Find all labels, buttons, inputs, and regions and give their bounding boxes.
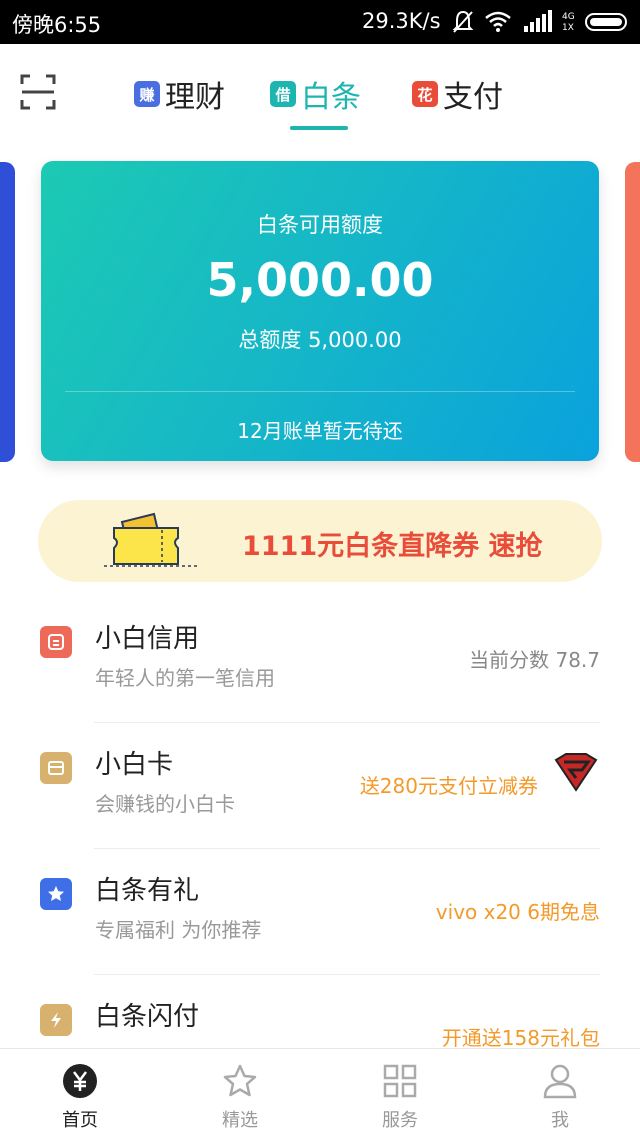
- list-item-title: 白条有礼: [95, 876, 200, 906]
- bill-status[interactable]: 12月账单暂无待还: [41, 415, 599, 444]
- list-divider: [94, 974, 600, 975]
- list-item-subtitle: 会赚钱的小白卡: [95, 792, 235, 816]
- total-credit: 总额度 5,000.00: [238, 328, 402, 352]
- tab-label: 支付: [443, 80, 503, 115]
- baitiao-credit-card[interactable]: 白条可用额度 5,000.00 总额度 5,000.00 12月账单暂无待还: [41, 161, 599, 461]
- active-tab-indicator: [290, 126, 348, 130]
- nav-home[interactable]: 首页: [0, 1049, 160, 1138]
- list-item-subtitle: 年轻人的第一笔信用: [95, 666, 275, 690]
- star-outline-icon: [223, 1064, 257, 1097]
- list-item-subtitle: 专属福利 为你推荐: [95, 918, 262, 942]
- status-time: 傍晚6:55: [12, 13, 102, 37]
- star-icon: [40, 878, 72, 910]
- home-yen-icon: [63, 1064, 97, 1098]
- bottom-nav: 首页 精选 服务 我: [0, 1048, 640, 1138]
- tab-badge: 借: [270, 81, 296, 107]
- svg-text:4G: 4G: [562, 12, 575, 22]
- battery-icon: [585, 13, 627, 31]
- signal-icon: 4G 1X: [524, 10, 575, 33]
- credit-score: 当前分数 78.7: [469, 648, 600, 672]
- nav-label: 我: [551, 1110, 569, 1131]
- tab-label: 白条: [301, 80, 361, 115]
- wifi-icon: [485, 11, 511, 32]
- top-nav: 赚 理财 借 白条 花 支付: [0, 44, 640, 140]
- tab-label: 理财: [165, 80, 225, 115]
- list-divider: [94, 848, 600, 849]
- carousel-next-card[interactable]: [625, 162, 640, 462]
- nav-label: 首页: [62, 1110, 98, 1131]
- user-icon: [543, 1064, 577, 1099]
- list-item-promo: 开通送158元礼包: [441, 1026, 600, 1050]
- available-credit-label: 白条可用额度: [257, 213, 383, 237]
- promo-text: 1111元白条直降券 速抢: [242, 531, 543, 562]
- lightning-icon: [40, 1004, 72, 1036]
- list-item-promo: 送280元支付立减券: [359, 774, 538, 798]
- list-divider: [94, 722, 600, 723]
- list-item-xiaobai-credit[interactable]: 小白信用 年轻人的第一笔信用 当前分数 78.7: [0, 624, 640, 752]
- status-bar: 傍晚6:55 29.3K/s 4G 1X: [0, 0, 640, 44]
- tab-licai[interactable]: 赚 理财: [134, 74, 225, 115]
- nav-featured[interactable]: 精选: [160, 1049, 320, 1138]
- superman-logo-icon: [554, 753, 598, 792]
- list-item-promo: vivo x20 6期免息: [435, 900, 600, 924]
- list-item-xiaobai-card[interactable]: 小白卡 会赚钱的小白卡 送280元支付立减券: [0, 750, 640, 878]
- nav-label: 精选: [222, 1110, 258, 1131]
- card-icon: [40, 752, 72, 784]
- bell-mute-icon: [452, 10, 474, 33]
- list-item-title: 小白信用: [95, 624, 200, 654]
- card-divider: [65, 391, 575, 392]
- list-item-baitiao-gifts[interactable]: 白条有礼 专属福利 为你推荐 vivo x20 6期免息: [0, 876, 640, 1004]
- scan-icon[interactable]: [20, 74, 56, 110]
- list-item-title: 白条闪付: [95, 1002, 200, 1032]
- credit-icon: [40, 626, 72, 658]
- available-credit-amount: 5,000.00: [206, 253, 434, 307]
- tab-badge: 赚: [134, 81, 160, 107]
- nav-services[interactable]: 服务: [320, 1049, 480, 1138]
- svg-text:1X: 1X: [562, 23, 574, 33]
- tab-badge: 花: [412, 81, 438, 107]
- nav-me[interactable]: 我: [480, 1049, 640, 1138]
- tab-baitiao[interactable]: 借 白条: [270, 74, 361, 115]
- network-speed: 29.3K/s: [362, 9, 441, 33]
- carousel-prev-card[interactable]: [0, 162, 15, 462]
- ticket-icon: [104, 512, 200, 567]
- coupon-promo-banner[interactable]: 1111元白条直降券 速抢: [38, 500, 602, 582]
- list-item-title: 小白卡: [95, 750, 174, 780]
- tab-zhifu[interactable]: 花 支付: [412, 74, 503, 115]
- grid-icon: [383, 1064, 417, 1098]
- nav-label: 服务: [382, 1110, 418, 1131]
